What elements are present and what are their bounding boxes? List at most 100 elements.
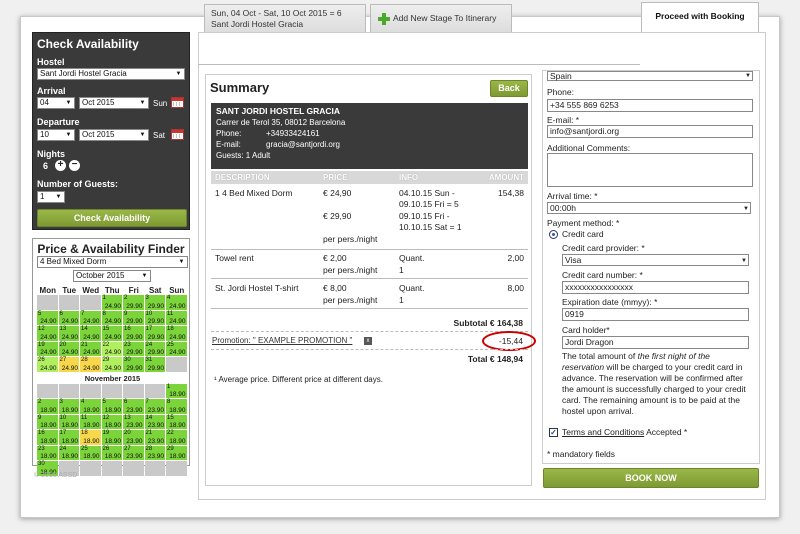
calendar-day [37, 295, 58, 310]
calendar-day[interactable]: 6 23.90 [123, 399, 144, 414]
mandatory-note: * mandatory fields [547, 449, 616, 459]
calendar-day[interactable]: 31 29.90 [144, 357, 165, 372]
calendar-day[interactable]: 27 24.90 [58, 357, 79, 372]
arrival-time-value: 00:00h [550, 203, 576, 213]
provider-select[interactable]: Visa ▼ [562, 254, 749, 266]
row2-desc: Towel rent [215, 253, 254, 263]
calendar-day[interactable]: 3 29.90 [144, 295, 165, 310]
calendar-day[interactable]: 10 29.90 [144, 310, 165, 325]
day-price: 18.90 [169, 453, 186, 460]
calendar-day[interactable]: 30 29.90 [123, 357, 144, 372]
calendar-day[interactable]: 10 18.90 [58, 414, 79, 429]
calendar-day[interactable]: 16 29.90 [123, 326, 144, 341]
book-now-button[interactable]: BOOK NOW [543, 468, 759, 488]
calendar-day[interactable]: 16 18.90 [37, 430, 58, 445]
day-price: 24.90 [104, 349, 121, 356]
terms-link[interactable]: Terms and Conditions [562, 427, 644, 437]
calendar-day[interactable]: 9 18.90 [37, 414, 58, 429]
calendar-day[interactable]: 9 29.90 [123, 310, 144, 325]
calendar-day[interactable]: 19 18.90 [101, 430, 122, 445]
calendar-day[interactable]: 28 23.90 [144, 445, 165, 460]
calendar-day[interactable]: 21 24.90 [80, 341, 101, 356]
calendar-day[interactable]: 4 24.90 [166, 295, 187, 310]
nights-plus-button[interactable]: + [55, 160, 66, 171]
calendar-day[interactable]: 5 24.90 [37, 310, 58, 325]
nights-minus-button[interactable]: − [69, 160, 80, 171]
calendar-day[interactable]: 25 24.90 [166, 341, 187, 356]
calendar-day[interactable]: 6 24.90 [58, 310, 79, 325]
room-type-select[interactable]: 4 Bed Mixed Dorm ▼ [37, 256, 188, 268]
arrival-day-select[interactable]: 04 ▼ [37, 97, 75, 109]
calendar-day[interactable]: 3 18.90 [58, 399, 79, 414]
calendar-day[interactable]: 7 24.90 [80, 310, 101, 325]
calendar-day[interactable]: 5 18.90 [101, 399, 122, 414]
calendar-day[interactable]: 20 23.90 [123, 430, 144, 445]
terms-checkbox[interactable]: ✓ [549, 428, 558, 437]
calendar-day[interactable]: 20 24.90 [58, 341, 79, 356]
calendar-day[interactable]: 17 29.90 [144, 326, 165, 341]
calendar-day[interactable]: 8 24.90 [101, 310, 122, 325]
back-button[interactable]: Back [490, 80, 528, 97]
calendar-day[interactable]: 29 18.90 [166, 445, 187, 460]
departure-day-select[interactable]: 10 ▼ [37, 129, 75, 141]
calendar-day[interactable]: 19 24.90 [37, 341, 58, 356]
calendar-day[interactable]: 23 29.90 [123, 341, 144, 356]
calendar-day[interactable]: 13 24.90 [58, 326, 79, 341]
calendar-day[interactable]: 4 18.90 [80, 399, 101, 414]
calendar-day[interactable]: 8 18.90 [166, 399, 187, 414]
tab-add-stage[interactable]: Add New Stage To Itinerary [370, 4, 512, 32]
calendar-day[interactable]: 22 18.90 [166, 430, 187, 445]
card-number-input[interactable]: xxxxxxxxxxxxxxxx [562, 281, 749, 294]
calendar-day[interactable]: 12 24.90 [37, 326, 58, 341]
calendar-day[interactable]: 28 24.90 [80, 357, 101, 372]
country-select[interactable]: Spain ▼ [547, 71, 753, 81]
calendar-day[interactable]: 11 18.90 [80, 414, 101, 429]
calendar-day[interactable]: 14 23.90 [144, 414, 165, 429]
calendar-day[interactable]: 15 18.90 [166, 414, 187, 429]
remove-promotion-icon[interactable]: x [364, 337, 372, 345]
calendar-day[interactable]: 22 24.90 [101, 341, 122, 356]
expiration-input[interactable]: 0919 [562, 308, 749, 321]
chevron-down-icon: ▼ [141, 273, 148, 279]
credit-card-radio[interactable] [549, 230, 558, 239]
arrival-month-select[interactable]: Oct 2015 ▼ [79, 97, 149, 109]
card-holder-input[interactable]: Jordi Dragon [562, 336, 749, 349]
calendar-day[interactable]: 12 18.90 [101, 414, 122, 429]
calendar-day[interactable]: 26 18.90 [101, 445, 122, 460]
calendar-icon[interactable] [171, 97, 184, 108]
calendar-day[interactable]: 15 24.90 [101, 326, 122, 341]
calendar-day[interactable]: 1 24.90 [101, 295, 122, 310]
calendar-icon[interactable] [171, 129, 184, 140]
arrival-time-select[interactable]: 00:00h ▼ [547, 202, 751, 214]
calendar-day[interactable]: 14 24.90 [80, 326, 101, 341]
calendar-day[interactable]: 29 24.90 [101, 357, 122, 372]
calendar-day[interactable]: 25 18.90 [80, 445, 101, 460]
month-select[interactable]: October 2015 ▼ [73, 270, 151, 282]
calendar-day[interactable]: 7 23.90 [144, 399, 165, 414]
calendar-day[interactable]: 26 24.90 [37, 357, 58, 372]
phone-input[interactable]: +34 555 869 6253 [547, 99, 753, 112]
calendar-day[interactable]: 27 23.90 [123, 445, 144, 460]
check-availability-button[interactable]: Check Availability [37, 209, 187, 227]
calendar-day[interactable]: 2 29.90 [123, 295, 144, 310]
calendar-day[interactable]: 13 23.90 [123, 414, 144, 429]
calendar-day[interactable]: 24 18.90 [58, 445, 79, 460]
promotion-link[interactable]: Promotion: " EXAMPLE PROMOTION " [212, 336, 352, 345]
email-input[interactable]: info@santjordi.org [547, 125, 753, 138]
calendar-day[interactable]: 18 24.90 [166, 326, 187, 341]
calendar-day[interactable]: 21 23.90 [144, 430, 165, 445]
calendar-day[interactable]: 1 18.90 [166, 383, 187, 398]
calendar-day[interactable]: 11 24.90 [166, 310, 187, 325]
calendar-day[interactable]: 2 18.90 [37, 399, 58, 414]
calendar-day[interactable]: 23 18.90 [37, 445, 58, 460]
hostel-select[interactable]: Sant Jordi Hostel Gracia ▼ [37, 68, 185, 80]
departure-month-select[interactable]: Oct 2015 ▼ [79, 129, 149, 141]
calendar-day[interactable]: 24 29.90 [144, 341, 165, 356]
day-price: 24.90 [169, 333, 186, 341]
comments-textarea[interactable] [547, 153, 753, 187]
guests-select[interactable]: 1 ▼ [37, 191, 65, 203]
tab-stage[interactable]: Sun, 04 Oct - Sat, 10 Oct 2015 = 6 Sant … [204, 4, 366, 32]
calendar-day[interactable]: 17 18.90 [58, 430, 79, 445]
calendar-day[interactable]: 18 18.90 [80, 430, 101, 445]
tab-proceed-booking[interactable]: Proceed with Booking [641, 2, 759, 32]
